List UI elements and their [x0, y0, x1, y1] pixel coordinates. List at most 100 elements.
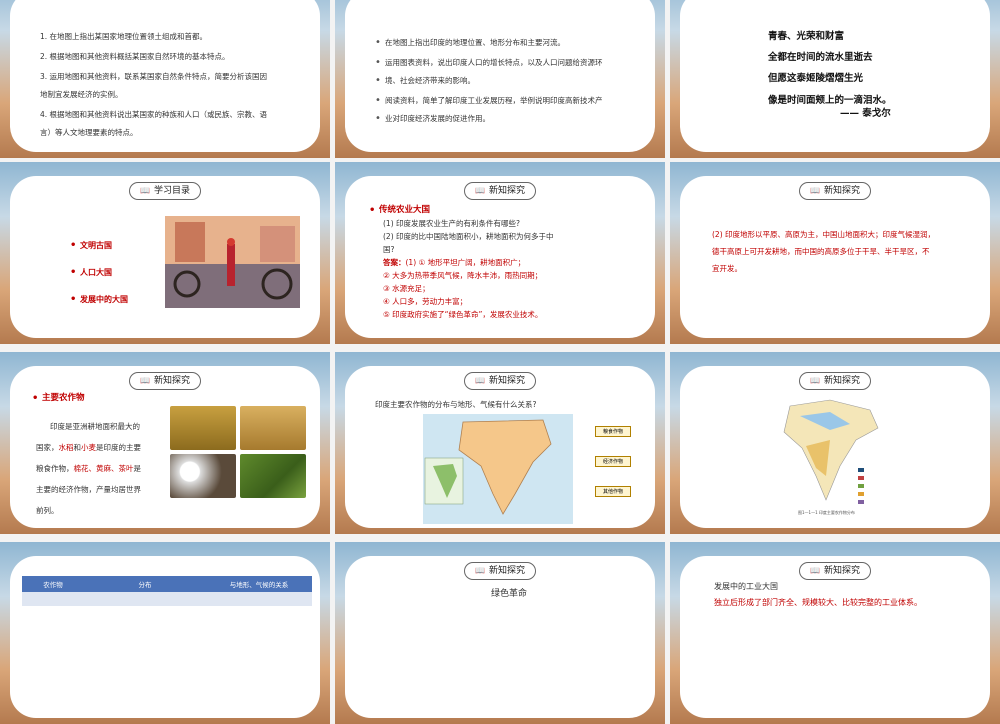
objective-1: 在地图上指出印度的地理位置、地形分布和主要河流。	[375, 36, 645, 49]
objectives-list: 1. 在地图上指出某国家地理位置领土组成和首都。 2. 根据地图和其他资料概括某…	[40, 30, 310, 139]
question-block: (1) 印度发展农业生产的有利条件有哪些? (2) 印度的比中国陆地面积小，耕地…	[383, 217, 583, 321]
para-line-3: 粮食作物，棉花、黄麻、茶叶是	[36, 464, 141, 473]
book-icon: 📖	[140, 186, 150, 195]
slide-11[interactable]: 📖 新知探究 绿色革命	[335, 542, 665, 724]
table-header-distribution: 分布	[84, 576, 206, 592]
objective-4-cont: 言）等人文地理要素的特点。	[40, 128, 138, 137]
objective-3-cont: 业对印度经济发展的促进作用。	[375, 112, 645, 125]
slide-card: 📖新知探究 传统农业大国 (1) 印度发展农业生产的有利条件有哪些? (2) 印…	[345, 176, 655, 338]
para-line-4: 主要的经济作物，产量均居世界	[36, 485, 141, 494]
objective-3-cont: 地制宜发展经济的实例。	[40, 90, 123, 99]
slide-4[interactable]: 📖学习目录 文明古国 人口大国 发展中的大国	[0, 162, 330, 344]
slide-card: 📖新知探究 主要农作物 印度是亚洲耕地面积最大的 国家，水稻和小麦是印度的主要 …	[10, 366, 320, 528]
objectives-list: 在地图上指出印度的地理位置、地形分布和主要河流。 运用图表资料，说出印度人口的增…	[375, 36, 645, 125]
para-line-1: 印度是亚洲耕地面积最大的	[50, 422, 140, 431]
answer-line-4: ④ 人口多，劳动力丰富；	[383, 297, 468, 306]
slide-card: 📖 新知探究 发展中的工业大国 独立后形成了部门齐全、规模较大、比较完整的工业体系…	[680, 556, 990, 718]
answer-line-2: ② 大多为热带季风气候，降水丰沛，雨热同期；	[383, 271, 543, 280]
slide-card: 📖 新知探究 绿色革命	[345, 556, 655, 718]
legend-item-3: 其他作物	[595, 486, 631, 497]
cotton-photo	[170, 454, 236, 498]
slide-card: 📖 新知探究 印度主要农作物的分布与地形、气候有什么关系? 粮食作物 经济作物 其…	[345, 366, 655, 528]
question-2-cont: 国?	[383, 245, 395, 254]
slide-5[interactable]: 📖新知探究 传统农业大国 (1) 印度发展农业生产的有利条件有哪些? (2) 印…	[335, 162, 665, 344]
objective-2: 2. 根据地图和其他资料概括某国家自然环境的基本特点。	[40, 52, 230, 61]
photo-illustration	[165, 216, 300, 308]
india-fort-photo	[165, 216, 300, 308]
slide-card: 📖学习目录 文明古国 人口大国 发展中的大国	[10, 176, 320, 338]
objective-2: 运用图表资料，说出印度人口的增长特点，以及人口问题给资源环	[375, 56, 645, 69]
section-title: 绿色革命	[491, 589, 528, 599]
poem-line-3: 但愿这泰姬陵熠熠生光	[768, 73, 864, 84]
slide-card: 📖 新知探究 (2) 印度地形以平原、高原为主，中国山地面积大；印度气候湿润， 德…	[680, 176, 990, 338]
objective-1: 1. 在地图上指出某国家地理位置领土组成和首都。	[40, 32, 208, 41]
crop-distribution-map	[423, 414, 573, 524]
answer-line-1: (2) 印度地形以平原、高原为主，中国山地面积大；印度气候湿润，	[712, 230, 936, 239]
book-icon: 📖	[475, 566, 485, 575]
contents-item-2[interactable]: 人口大国	[70, 259, 128, 286]
section-badge: 📖 新知探究	[464, 182, 536, 200]
objective-2-cont: 境、社会经济带来的影响。	[375, 74, 645, 87]
poem-line-1: 青春、光荣和财富	[768, 31, 845, 42]
slide-9[interactable]: 📖 新知探究 图1—1—1 印度主要农作物分布	[670, 352, 1000, 534]
objective-4: 4. 根据地图和其他资料说出某国家的种族和人口（或民族、宗教、语	[40, 110, 268, 119]
slide-10[interactable]: 农作物 分布 与地形、气候的关系	[0, 542, 330, 724]
slide-7[interactable]: 📖新知探究 主要农作物 印度是亚洲耕地面积最大的 国家，水稻和小麦是印度的主要 …	[0, 352, 330, 534]
map-caption: 图1—1—1 印度主要农作物分布	[798, 510, 855, 515]
answer-line-3: 宜开发。	[712, 264, 742, 273]
map-question: 印度主要农作物的分布与地形、气候有什么关系?	[375, 400, 537, 409]
section-badge: 📖 新知探究	[799, 372, 871, 390]
industry-text: 独立后形成了部门齐全、规模较大、比较完整的工业体系。	[714, 598, 922, 607]
slide-card: 在地图上指出印度的地理位置、地形分布和主要河流。 运用图表资料，说出印度人口的增…	[345, 0, 655, 152]
contents-list: 文明古国 人口大国 发展中的大国	[70, 232, 128, 313]
legend-item-1: 粮食作物	[595, 426, 631, 437]
poem-line-4: 像是时间面颊上的一滴泪水。	[768, 95, 892, 106]
wheat-photo	[240, 406, 306, 450]
poem-line-2: 全都在时间的流水里逝去	[768, 52, 873, 63]
slide-card: 青春、光荣和财富 全都在时间的流水里逝去 但愿这泰姬陵熠熠生光 像是时间面颊上的…	[680, 0, 990, 152]
slide-12[interactable]: 📖 新知探究 发展中的工业大国 独立后形成了部门齐全、规模较大、比较完整的工业体系…	[670, 542, 1000, 724]
section-title: 主要农作物	[32, 392, 85, 405]
para-line-2: 国家，水稻和小麦是印度的主要	[36, 443, 141, 452]
slide-8[interactable]: 📖 新知探究 印度主要农作物的分布与地形、气候有什么关系? 粮食作物 经济作物 其…	[335, 352, 665, 534]
table-row	[22, 592, 312, 606]
question-2: (2) 印度的比中国陆地面积小，耕地面积为何多于中	[383, 232, 554, 241]
slide-card: 农作物 分布 与地形、气候的关系	[10, 556, 320, 718]
crops-paragraph: 印度是亚洲耕地面积最大的 国家，水稻和小麦是印度的主要 粮食作物，棉花、黄麻、茶…	[36, 416, 166, 521]
table-header-crop: 农作物	[22, 576, 84, 592]
tea-photo	[240, 454, 306, 498]
section-badge: 📖 新知探究	[129, 372, 201, 390]
slide-3[interactable]: 青春、光荣和财富 全都在时间的流水里逝去 但愿这泰姬陵熠熠生光 像是时间面颊上的…	[670, 0, 1000, 158]
slide-thumbnail-grid: 1. 在地图上指出某国家地理位置领土组成和首都。 2. 根据地图和其他资料概括某…	[0, 0, 1000, 724]
book-icon: 📖	[475, 186, 485, 195]
section-badge: 📖 新知探究	[799, 562, 871, 580]
section-badge: 📖 新知探究	[464, 562, 536, 580]
answer-text: (2) 印度地形以平原、高原为主，中国山地面积大；印度气候湿润， 德干高原上可开…	[712, 226, 972, 277]
answer-line-3: ③ 水源充足；	[383, 284, 430, 293]
section-badge: 📖 新知探究	[799, 182, 871, 200]
slide-card: 📖 新知探究 图1—1—1 印度主要农作物分布	[680, 366, 990, 528]
table-header-relation: 与地形、气候的关系	[206, 576, 312, 592]
book-icon: 📖	[810, 376, 820, 385]
rice-photo	[170, 406, 236, 450]
india-crop-map	[760, 396, 910, 514]
slide-2[interactable]: 在地图上指出印度的地理位置、地形分布和主要河流。 运用图表资料，说出印度人口的增…	[335, 0, 665, 158]
question-1: (1) 印度发展农业生产的有利条件有哪些?	[383, 219, 520, 228]
section-badge: 📖 学习目录	[129, 182, 201, 200]
book-icon: 📖	[810, 566, 820, 575]
table-header-row: 农作物 分布 与地形、气候的关系	[22, 576, 312, 592]
section-title: 传统农业大国	[369, 204, 430, 217]
book-icon: 📖	[140, 376, 150, 385]
book-icon: 📖	[810, 186, 820, 195]
para-line-5: 前列。	[36, 506, 59, 515]
answer-line-1: 答案：(1) ① 地形平坦广阔，耕地面积广；	[383, 258, 526, 267]
book-icon: 📖	[475, 376, 485, 385]
contents-item-1[interactable]: 文明古国	[70, 232, 128, 259]
slide-1[interactable]: 1. 在地图上指出某国家地理位置领土组成和首都。 2. 根据地图和其他资料概括某…	[0, 0, 330, 158]
poem-author: —— 泰戈尔	[840, 108, 891, 119]
contents-item-3[interactable]: 发展中的大国	[70, 286, 128, 313]
objective-3: 阅读资料，简单了解印度工业发展历程，举例说明印度高新技术产	[375, 94, 645, 107]
slide-6[interactable]: 📖 新知探究 (2) 印度地形以平原、高原为主，中国山地面积大；印度气候湿润， 德…	[670, 162, 1000, 344]
section-badge: 📖 新知探究	[464, 372, 536, 390]
answer-line-5: ⑤ 印度政府实施了“绿色革命”，发展农业技术。	[383, 310, 543, 319]
